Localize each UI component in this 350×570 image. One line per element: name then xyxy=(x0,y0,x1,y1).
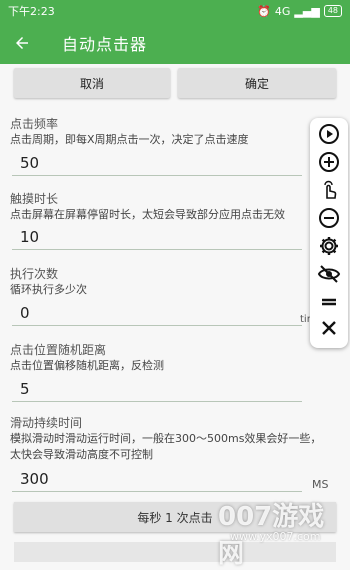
setting-desc-random-offset: 点击位置偏移随机距离，反检测 xyxy=(10,359,164,372)
battery-level: 48 xyxy=(323,5,342,17)
back-button[interactable] xyxy=(0,22,44,64)
close-icon[interactable] xyxy=(317,316,341,340)
floating-control-panel xyxy=(310,118,348,348)
network-label: 4G xyxy=(274,4,291,18)
status-indicators: ⏰ 4G ▂▄▆ 48 xyxy=(257,5,342,18)
app-bar: 自动点击器 xyxy=(0,22,350,64)
setting-desc-click-frequency: 点击周期，即每X周期点击一次，决定了点击速度 xyxy=(10,133,249,146)
alarm-icon: ⏰ xyxy=(257,4,271,18)
watermark-url: www.yx007.com xyxy=(230,530,321,543)
setting-title-random-offset: 点击位置随机距离 xyxy=(10,343,107,357)
random-offset-input[interactable]: 5 xyxy=(12,376,302,402)
tap-icon[interactable] xyxy=(317,178,341,202)
touch-duration-input[interactable]: 10 xyxy=(12,224,302,250)
play-icon[interactable] xyxy=(317,122,341,146)
plus-icon[interactable] xyxy=(317,150,341,174)
cancel-button[interactable]: 取消 xyxy=(14,68,170,98)
gear-icon[interactable] xyxy=(317,234,341,258)
menu-icon[interactable] xyxy=(317,290,341,314)
confirm-button[interactable]: 确定 xyxy=(178,68,336,98)
app-title: 自动点击器 xyxy=(62,35,148,54)
minus-icon[interactable] xyxy=(317,206,341,230)
setting-title-swipe-duration: 滑动持续时间 xyxy=(10,416,83,430)
signal-icon: ▂▄▆ xyxy=(294,4,320,18)
setting-desc-touch-duration: 点击屏幕在屏幕停留时长，太短会导致部分应用点击无效 xyxy=(10,208,285,221)
setting-title-touch-duration: 触摸时长 xyxy=(10,192,59,206)
swipe-duration-input[interactable]: 300 xyxy=(12,466,302,492)
status-bar: 下午2:23 ⏰ 4G ▂▄▆ 48 xyxy=(0,0,350,22)
setting-title-execution-count: 执行次数 xyxy=(10,267,59,281)
status-time: 下午2:23 xyxy=(8,5,55,18)
swipe-duration-unit: MS xyxy=(312,478,329,491)
setting-desc-execution-count: 循环执行多少次 xyxy=(10,283,87,296)
execution-count-input[interactable]: 0 xyxy=(12,300,302,326)
setting-desc-swipe-duration: 模拟滑动时滑动运行时间，一般在300～500ms效果会好一些，太快会导致滑动高度… xyxy=(10,432,322,461)
arrow-left-icon xyxy=(16,37,28,49)
click-frequency-input[interactable]: 50 xyxy=(12,150,302,176)
eye-off-icon[interactable] xyxy=(317,262,341,286)
setting-title-click-frequency: 点击频率 xyxy=(10,117,59,131)
